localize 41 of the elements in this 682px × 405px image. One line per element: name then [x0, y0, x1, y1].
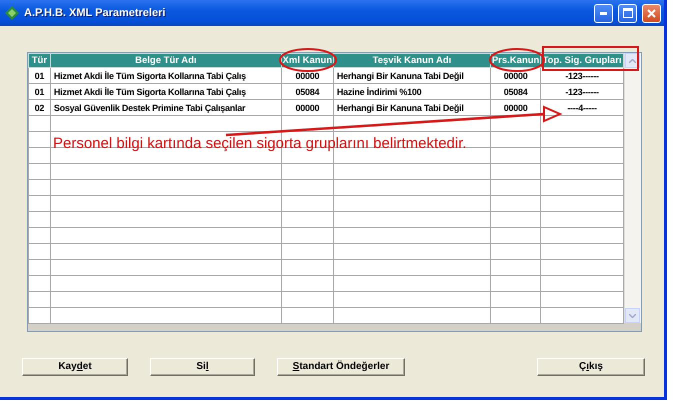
minimize-icon	[600, 12, 607, 14]
action-button[interactable]: Kaydet	[22, 358, 128, 376]
close-icon	[647, 8, 656, 18]
highlight-ellipse	[489, 48, 545, 72]
table-cell: 05084	[490, 84, 541, 100]
close-button[interactable]	[642, 4, 661, 22]
table-cell: 00000	[281, 100, 334, 116]
action-button[interactable]: Standart Öndeğerler	[277, 358, 405, 376]
table-cell: Herhangi Bir Kanuna Tabi Değil	[333, 68, 491, 84]
table-cell: 02	[28, 100, 50, 116]
table-cell: Hazine İndirimi %100	[333, 84, 491, 100]
chevron-up-icon	[629, 58, 636, 62]
table-cell: 00000	[281, 68, 334, 84]
table-cell: Sosyal Güvenlik Destek Primine Tabi Çalışanlar	[50, 100, 282, 116]
table-cell: 00000	[490, 100, 541, 116]
minimize-button[interactable]	[594, 4, 613, 22]
window-title: A.P.H.B. XML Parametreleri	[24, 7, 166, 19]
table-cell: 01	[28, 68, 50, 84]
table-cell: Hizmet Akdi İle Tüm Sigorta Kollarına Tabi Çalış	[50, 84, 282, 100]
table-cell: 00000	[490, 68, 541, 84]
table-cell: ----4-----	[540, 100, 624, 116]
action-button[interactable]: Sil	[150, 358, 255, 376]
app-icon	[5, 6, 19, 20]
highlight-ellipse	[279, 48, 337, 72]
maximize-icon	[622, 8, 632, 18]
table-cell: Herhangi Bir Kanuna Tabi Değil	[333, 100, 491, 116]
chevron-down-icon	[629, 314, 636, 318]
table-cell: -123------	[540, 84, 624, 100]
table-cell: 05084	[281, 84, 334, 100]
maximize-button[interactable]	[618, 4, 637, 22]
table-cell: -123------	[540, 68, 624, 84]
column-header: Belge Tür Adı	[50, 54, 282, 68]
table-cell: Hizmet Akdi İle Tüm Sigorta Kollarına Tabi Çalış	[50, 68, 282, 84]
action-button[interactable]: Çıkış	[537, 358, 645, 376]
column-header: Tür	[28, 54, 50, 68]
column-header: Top. Sig. Grupları	[540, 54, 624, 68]
table-cell: 01	[28, 84, 50, 100]
annotation-note: Personel bilgi kartında seçilen sigorta gruplarını belirtmektedir.	[53, 135, 467, 152]
column-header: Teşvik Kanun Adı	[333, 54, 491, 68]
column-header: Xml Kanun	[281, 54, 334, 68]
column-header: Prs.Kanun	[490, 54, 541, 68]
